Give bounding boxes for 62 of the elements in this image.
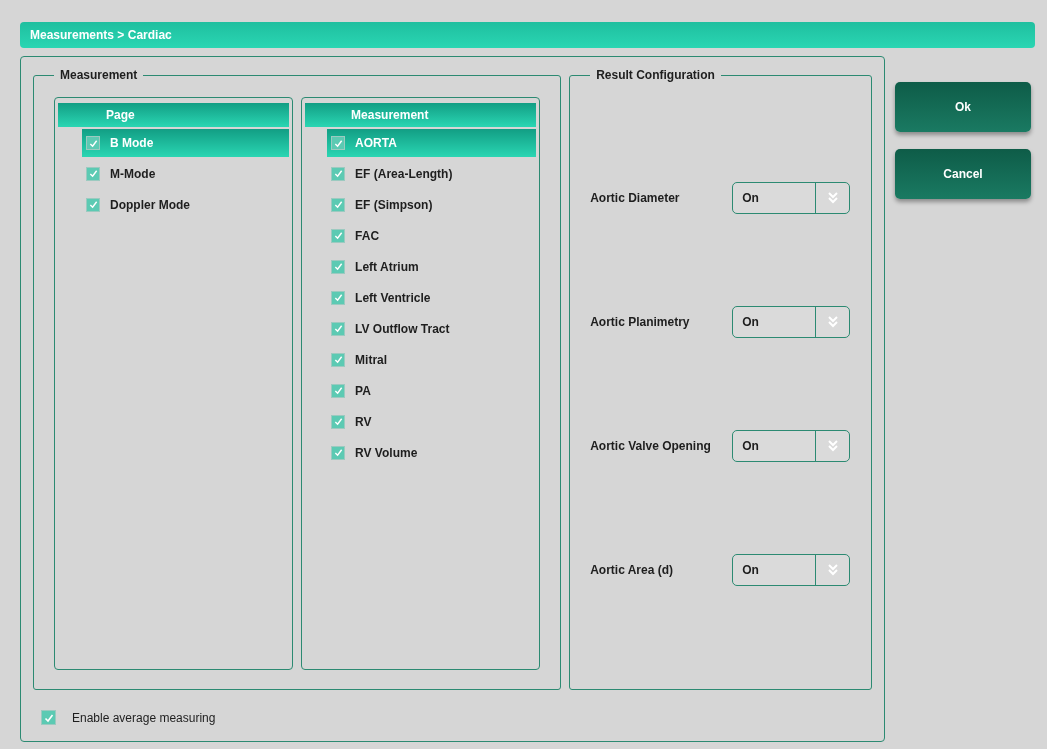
window-title: Measurements > Cardiac	[30, 28, 172, 42]
setting-label: Aortic Diameter	[590, 191, 681, 205]
checkbox[interactable]	[41, 710, 56, 725]
double-chevron-icon	[827, 316, 838, 328]
list-item[interactable]: RV	[327, 407, 537, 436]
cancel-button[interactable]: Cancel	[895, 149, 1031, 199]
setting-label: Aortic Area (d)	[590, 563, 675, 577]
checkbox[interactable]	[331, 383, 346, 398]
checkmark-icon	[88, 169, 98, 178]
checkmark-icon	[333, 417, 343, 426]
double-chevron-icon	[827, 440, 838, 452]
list-item[interactable]: EF (Area-Length)	[327, 159, 537, 188]
list-item[interactable]: RV Volume	[327, 438, 537, 467]
list-item[interactable]: Doppler Mode	[82, 190, 290, 219]
list-item[interactable]: EF (Simpson)	[327, 190, 537, 219]
checkbox[interactable]	[331, 166, 346, 181]
list-item[interactable]: PA	[327, 376, 537, 405]
checkmark-icon	[333, 138, 343, 148]
checkbox[interactable]	[331, 136, 346, 150]
checkmark-icon	[88, 200, 98, 209]
setting-label: Aortic Planimetry	[590, 315, 691, 329]
checkmark-icon	[333, 200, 343, 209]
checkmark-icon	[333, 293, 343, 302]
checkbox[interactable]	[86, 197, 100, 212]
group-title: Result Configuration	[590, 68, 721, 82]
checkmark-icon	[333, 262, 343, 271]
list-item[interactable]: LV Outflow Tract	[327, 314, 537, 343]
checkbox[interactable]	[86, 166, 100, 181]
checkmark-icon	[333, 169, 343, 178]
checkmark-icon	[333, 448, 343, 457]
checkbox[interactable]	[331, 197, 346, 212]
checkmark-icon	[333, 324, 343, 333]
dropdown[interactable]: On	[732, 554, 851, 586]
checkbox[interactable]	[331, 290, 346, 305]
list-item[interactable]: Mitral	[327, 345, 537, 374]
group-title: Measurement	[54, 68, 144, 82]
double-chevron-icon	[827, 192, 838, 204]
dropdown[interactable]: On	[732, 430, 851, 462]
dropdown[interactable]: On	[732, 306, 851, 338]
ok-button[interactable]: Ok	[895, 82, 1031, 132]
checkbox[interactable]	[331, 414, 346, 429]
list-header: Measurement	[305, 103, 537, 127]
list-item[interactable]: FAC	[327, 221, 537, 250]
checkmark-icon	[88, 138, 98, 148]
checkmark-icon	[333, 355, 343, 364]
setting-label: Aortic Valve Opening	[590, 439, 712, 453]
list-header: Page	[58, 103, 290, 127]
checkbox[interactable]	[331, 259, 346, 274]
list-item[interactable]: Left Atrium	[327, 252, 537, 281]
list-item[interactable]: Left Ventricle	[327, 283, 537, 312]
checkmark-icon	[43, 712, 54, 723]
checkbox[interactable]	[331, 321, 346, 336]
double-chevron-icon	[827, 564, 838, 576]
checkmark-icon	[333, 386, 343, 395]
checkbox[interactable]	[331, 228, 346, 243]
checkbox[interactable]	[331, 445, 346, 460]
checkbox[interactable]	[331, 352, 346, 367]
checkbox[interactable]	[86, 136, 100, 150]
dropdown[interactable]: On	[732, 182, 851, 214]
list-item[interactable]: M-Mode	[82, 159, 290, 188]
checkmark-icon	[333, 231, 343, 240]
checkbox-label: Enable average measuring	[72, 710, 216, 725]
